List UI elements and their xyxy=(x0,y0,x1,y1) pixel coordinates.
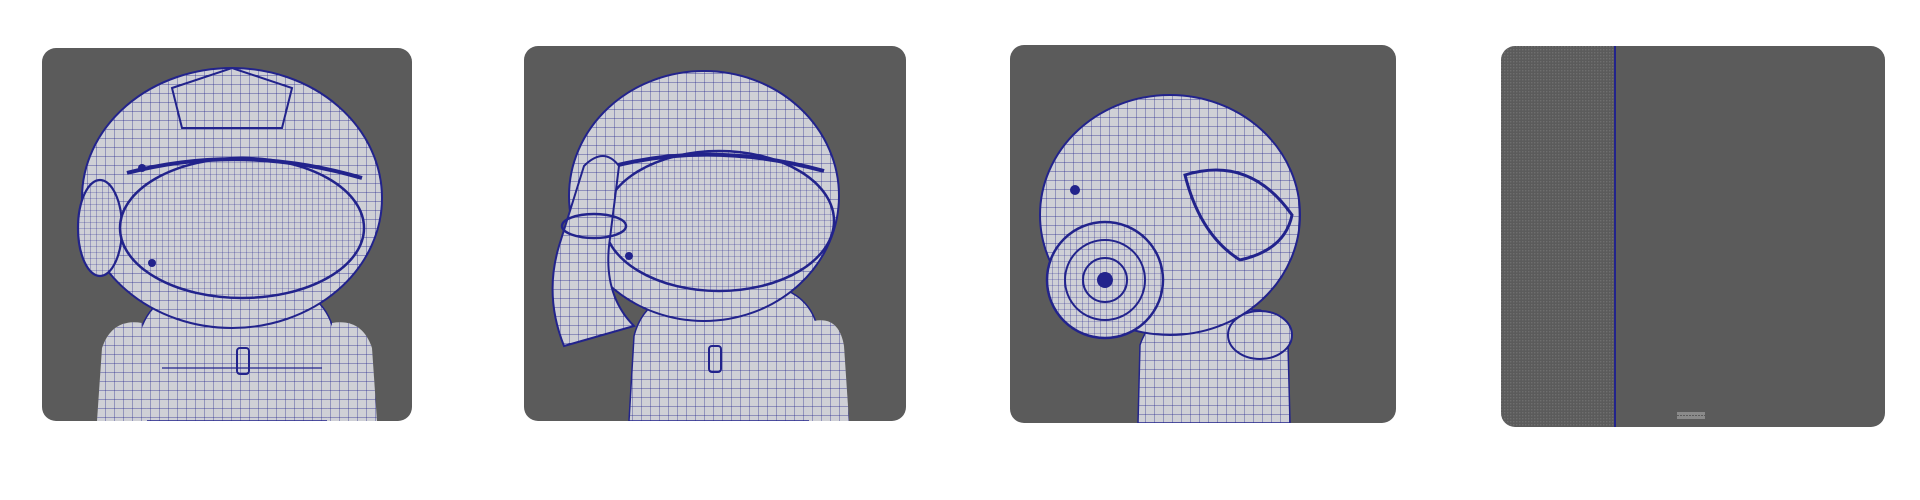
viewport-front-view[interactable] xyxy=(42,48,412,421)
uv-layout-canvas xyxy=(1501,46,1705,427)
helmet-mesh xyxy=(76,66,383,329)
astronaut-wireframe-front xyxy=(76,66,383,421)
viewport-side-view[interactable] xyxy=(1010,45,1396,423)
viewport-uv-layout[interactable] xyxy=(1501,46,1885,427)
astronaut-wireframe-salute xyxy=(551,70,849,421)
viewport-gallery xyxy=(0,0,1920,500)
viewport-salute-view[interactable] xyxy=(524,46,906,421)
uv-texel-grid xyxy=(1501,46,1614,427)
astronaut-wireframe-side xyxy=(1039,94,1301,423)
